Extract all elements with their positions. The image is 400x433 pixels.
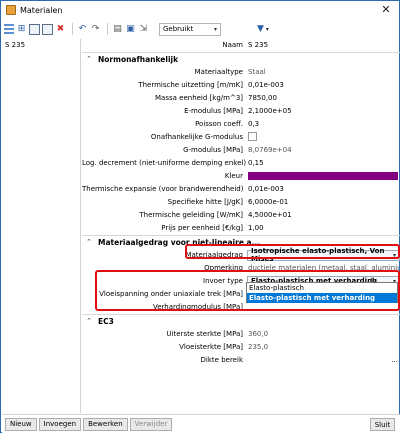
edit-icon[interactable] bbox=[29, 23, 40, 35]
property-value[interactable]: 0,15 bbox=[247, 159, 400, 167]
insert-button[interactable]: Invoegen bbox=[38, 417, 82, 431]
toolbar: ⊞ ✖ ↶ ↷ ▤ ▣ ⇲ Gebruikt ▾ ▼ ▾ bbox=[1, 20, 399, 38]
chevron-up-icon: ⌃ bbox=[86, 317, 92, 325]
table-icon[interactable] bbox=[4, 24, 14, 34]
close-window-button[interactable]: ✕ bbox=[375, 2, 397, 17]
copy-icon[interactable] bbox=[42, 23, 53, 35]
property-row: Massa eenheid [kg/m^3] 7850,00 bbox=[82, 92, 400, 104]
section-header[interactable]: ⌃ Normonafhankelijk bbox=[82, 52, 400, 65]
property-value[interactable]: 4,5000e+01 bbox=[247, 211, 400, 219]
property-row: Thermische uitzetting [m/mK] 0,01e-003 bbox=[82, 79, 400, 91]
property-row: Uiterste sterkte [MPa] 360,0 bbox=[82, 328, 400, 340]
materials-window: Materialen ✕ ⊞ ✖ ↶ ↷ ▤ ▣ ⇲ Gebruikt ▾ ▼ … bbox=[0, 0, 400, 433]
chevron-up-icon: ⌃ bbox=[86, 55, 92, 63]
dropdown-option-selected[interactable]: Elasto-plastisch met verharding bbox=[247, 293, 397, 303]
property-row: Materiaaltype Staal bbox=[82, 66, 400, 78]
chevron-down-icon[interactable]: ▾ bbox=[266, 26, 269, 33]
property-value[interactable]: 0,01e-003 bbox=[247, 81, 400, 89]
section-title: Normonafhankelijk bbox=[98, 54, 179, 64]
property-row: Onafhankelijke G-modulus bbox=[82, 131, 400, 143]
highlight-box bbox=[185, 244, 400, 259]
property-row: Thermische expansie (voor brandwerendhei… bbox=[82, 183, 400, 195]
property-row: Thermische geleiding [W/mK] 4,5000e+01 bbox=[82, 209, 400, 221]
property-label: Poisson coeff. bbox=[195, 120, 243, 128]
property-label: Prijs per eenheid [€/kg] bbox=[161, 224, 243, 232]
property-label: Uiterste sterkte [MPa] bbox=[166, 330, 243, 338]
property-label: Dikte bereik bbox=[200, 356, 243, 364]
property-value: 360,0 bbox=[248, 330, 269, 338]
window-title: Materialen bbox=[20, 5, 63, 15]
property-row: Specifieke hitte [J/gK] 6,0000e-01 bbox=[82, 196, 400, 208]
property-row: Naam S 235 bbox=[82, 39, 400, 51]
property-value: 8,0769e+04 bbox=[248, 146, 292, 154]
name-value[interactable]: S 235 bbox=[247, 41, 400, 49]
property-label: G-modulus [MPa] bbox=[183, 146, 243, 154]
close-button[interactable]: Sluit bbox=[370, 418, 395, 431]
property-row: G-modulus [MPa] 8,0769e+04 bbox=[82, 144, 400, 156]
independent-g-checkbox[interactable] bbox=[248, 131, 257, 141]
property-row: Poisson coeff. 0,3 bbox=[82, 118, 400, 130]
property-label: Naam bbox=[222, 41, 243, 49]
property-label: Massa eenheid [kg/m^3] bbox=[155, 94, 243, 102]
property-label: Materiaaltype bbox=[194, 68, 243, 76]
filter-icon[interactable]: ▼ bbox=[257, 24, 264, 34]
app-icon bbox=[6, 5, 16, 15]
import-icon[interactable]: ⇲ bbox=[138, 24, 149, 35]
edit-button[interactable]: Bewerken bbox=[83, 417, 128, 431]
property-value[interactable]: 0,3 bbox=[247, 120, 400, 128]
save-icon[interactable]: ▣ bbox=[125, 24, 136, 35]
property-row: Vloeisterkte [MPa] 235,0 bbox=[82, 341, 400, 353]
bottom-bar: Nieuw Invoegen Bewerken Verwijder Sluit bbox=[2, 414, 400, 433]
property-label: Thermische expansie (voor brandwerendhei… bbox=[82, 185, 244, 193]
property-label: Thermische geleiding [W/mK] bbox=[139, 211, 243, 219]
mouse-cursor-icon: ⇖ bbox=[370, 276, 378, 286]
property-label: Thermische uitzetting [m/mK] bbox=[138, 81, 243, 89]
section-header[interactable]: ⌃ EC3 bbox=[82, 314, 400, 327]
color-swatch[interactable] bbox=[248, 172, 398, 180]
filter-combo[interactable]: Gebruikt ▾ bbox=[159, 22, 221, 36]
material-list: S 235 bbox=[2, 39, 81, 413]
redo-icon[interactable]: ↷ bbox=[90, 24, 101, 35]
property-label: Vloeisterkte [MPa] bbox=[179, 343, 243, 351]
property-row: Log. decrement (niet-uniforme demping en… bbox=[82, 157, 400, 169]
property-label: Specifieke hitte [J/gK] bbox=[167, 198, 243, 206]
property-value: 235,0 bbox=[248, 343, 269, 351]
property-label: Log. decrement (niet-uniforme demping en… bbox=[82, 159, 247, 167]
section-title: EC3 bbox=[98, 316, 114, 326]
list-item[interactable]: S 235 bbox=[2, 39, 80, 51]
property-value[interactable]: 0,01e-003 bbox=[247, 185, 400, 193]
chevron-down-icon: ▾ bbox=[213, 25, 217, 33]
property-label: Kleur bbox=[224, 172, 243, 180]
property-value: Staal bbox=[248, 68, 266, 76]
toolbar-separator bbox=[72, 23, 73, 35]
properties-panel: Naam S 235 ⌃ Normonafhankelijk Materiaal… bbox=[82, 39, 400, 413]
title-bar: Materialen ✕ bbox=[1, 1, 399, 19]
thickness-range-button[interactable]: ... bbox=[391, 356, 398, 364]
chevron-up-icon: ⌃ bbox=[86, 238, 92, 246]
property-row: Prijs per eenheid [€/kg] 1,00 bbox=[82, 222, 400, 234]
property-label: E-modulus [MPa] bbox=[184, 107, 243, 115]
property-value[interactable]: 2,1000e+05 bbox=[247, 107, 400, 115]
new-button[interactable]: Nieuw bbox=[5, 417, 37, 431]
open-icon[interactable]: ▤ bbox=[112, 24, 123, 35]
property-value[interactable]: 6,0000e-01 bbox=[247, 198, 400, 206]
undo-icon[interactable]: ↶ bbox=[77, 24, 88, 35]
add-icon[interactable]: ⊞ bbox=[16, 24, 27, 35]
property-value[interactable]: 7850,00 bbox=[247, 94, 400, 102]
delete-icon[interactable]: ✖ bbox=[55, 24, 66, 35]
delete-button[interactable]: Verwijder bbox=[129, 417, 173, 431]
property-label: Onafhankelijke G-modulus bbox=[150, 133, 243, 141]
toolbar-separator bbox=[107, 23, 108, 35]
property-row: Kleur bbox=[82, 170, 400, 182]
filter-combo-value: Gebruikt bbox=[163, 25, 194, 33]
property-row: E-modulus [MPa] 2,1000e+05 bbox=[82, 105, 400, 117]
property-row: Dikte bereik ... bbox=[82, 354, 400, 366]
property-value[interactable]: 1,00 bbox=[247, 224, 400, 232]
